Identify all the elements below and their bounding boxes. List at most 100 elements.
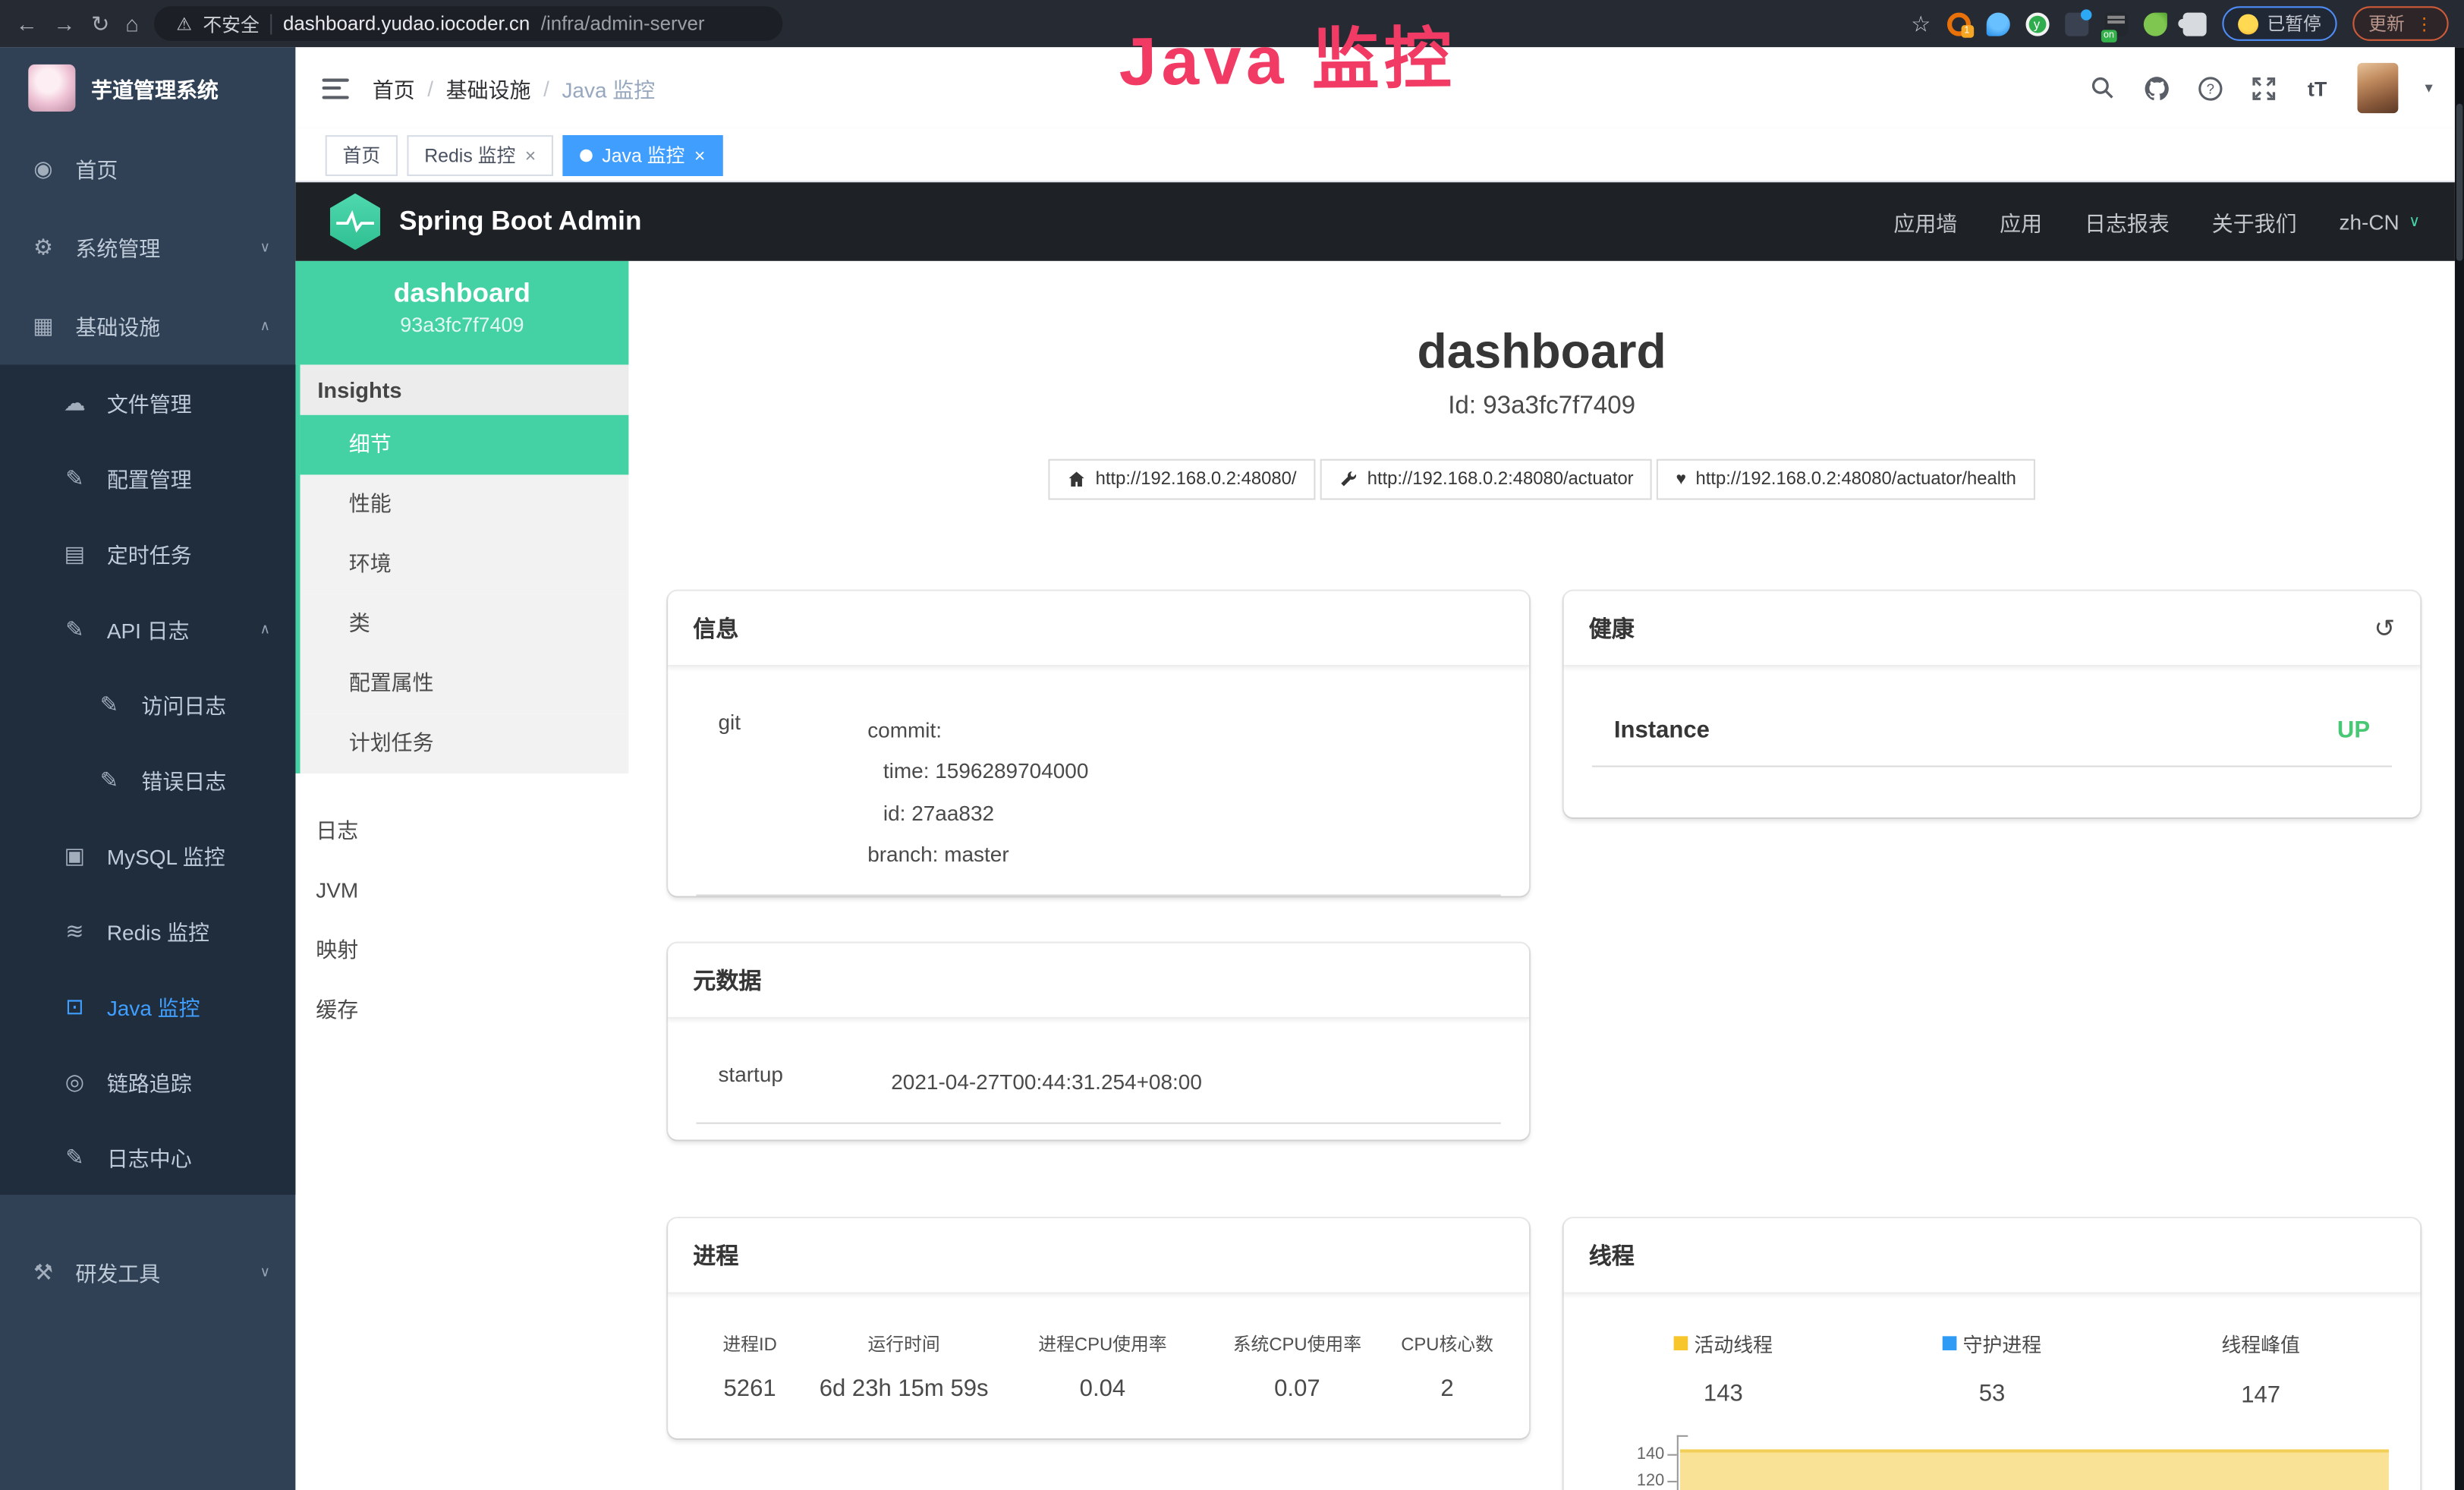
instance-header[interactable]: dashboard 93a3fc7f7409 <box>295 261 628 365</box>
annotation-text: Java 监控 <box>1119 5 1457 105</box>
fullscreen-icon[interactable] <box>2251 74 2277 101</box>
sba-language-select[interactable]: zh-CN ∨ <box>2339 209 2420 233</box>
header-actions: ? tT ▾ <box>2090 63 2455 113</box>
service-url-link[interactable]: http://192.168.0.2:48080/ <box>1049 459 1316 500</box>
help-icon[interactable]: ? <box>2197 74 2223 101</box>
menu-item-config-props[interactable]: 配置属性 <box>301 654 629 714</box>
sidebar-item-mysql[interactable]: ▣ MySQL 监控 <box>0 817 295 893</box>
info-card-body: git commit: time: 1596289704000 id: 27aa… <box>668 666 1529 918</box>
info-key: git <box>718 710 867 876</box>
health-instance-label: Instance <box>1614 717 1710 743</box>
sba-nav-journal[interactable]: 日志报表 <box>2085 206 2170 237</box>
sidebar-item-log-center[interactable]: ✎ 日志中心 <box>0 1120 295 1195</box>
breadcrumb-home[interactable]: 首页 <box>373 72 415 103</box>
sba-nav-applications[interactable]: 应用 <box>2000 206 2042 237</box>
bookmark-star-icon[interactable]: ☆ <box>1911 10 1931 36</box>
chevron-up-icon: ∧ <box>260 317 271 334</box>
extension-orange-icon[interactable]: 1 <box>1946 12 1970 36</box>
extension-switch-icon[interactable]: on <box>2104 12 2127 36</box>
menu-item-metrics[interactable]: 性能 <box>301 474 629 534</box>
sidebar-item-redis[interactable]: ≋ Redis 监控 <box>0 893 295 968</box>
sidebar-item-label: 首页 <box>75 153 118 184</box>
sidebar-item-label: Redis 监控 <box>107 915 209 946</box>
sidebar-item-files[interactable]: ☁ 文件管理 <box>0 364 295 439</box>
y-axis-cap <box>1677 1435 1688 1437</box>
sidebar-item-jobs[interactable]: ▤ 定时任务 <box>0 515 295 591</box>
history-icon[interactable]: ↺ <box>2374 613 2395 644</box>
extension-leaf-icon[interactable] <box>2143 12 2167 36</box>
browser-menu-icon[interactable]: ⋮ <box>2415 14 2433 34</box>
process-cpu: 0.04 <box>1001 1375 1204 1402</box>
menu-item-classes[interactable]: 类 <box>301 594 629 654</box>
search-icon[interactable] <box>2090 74 2116 101</box>
sba-brand-title[interactable]: Spring Boot Admin <box>399 206 641 237</box>
close-icon[interactable]: × <box>694 143 706 165</box>
sidebar-item-infra[interactable]: ▦ 基础设施 ∧ <box>0 286 295 365</box>
actuator-url-link[interactable]: http://192.168.0.2:48080/actuator <box>1320 459 1653 500</box>
address-bar[interactable]: ⚠ 不安全 dashboard.yudao.iocoder.cn/infra/a… <box>154 6 782 41</box>
menu-item-details[interactable]: 细节 <box>301 415 629 475</box>
health-url-link[interactable]: ♥ http://192.168.0.2:48080/actuator/heal… <box>1657 459 2035 500</box>
sidebar-item-devtools[interactable]: ⚒ 研发工具 ∨ <box>0 1233 295 1312</box>
table-row: startup 2021-04-27T00:44:31.254+08:00 <box>696 1041 1500 1124</box>
menu-item-logs[interactable]: 日志 <box>295 802 628 862</box>
window-scrollbar[interactable] <box>2455 47 2464 1490</box>
emoji-face-icon <box>2237 14 2258 34</box>
hamburger-icon[interactable] <box>323 78 349 99</box>
extension-pin-icon[interactable] <box>1986 12 2009 36</box>
sba-nav-about[interactable]: 关于我们 <box>2212 206 2297 237</box>
sidebar-item-label: Java 监控 <box>107 991 200 1022</box>
breadcrumb-infra[interactable]: 基础设施 <box>446 72 531 103</box>
sidebar-item-home[interactable]: ◉ 首页 <box>0 129 295 208</box>
menu-item-caches[interactable]: 缓存 <box>295 981 628 1041</box>
menu-item-environment[interactable]: 环境 <box>301 534 629 594</box>
close-icon[interactable]: × <box>525 143 537 165</box>
sidebar-item-tracing[interactable]: ◎ 链路追踪 <box>0 1044 295 1119</box>
sidebar-item-label: 链路追踪 <box>107 1066 192 1097</box>
security-warning-icon[interactable]: ⚠ <box>176 14 191 34</box>
process-card-body: 进程ID 运行时间 进程CPU使用率 系统CPU使用率 CPU核心数 5261 … <box>668 1293 1529 1424</box>
extensions-puzzle-icon[interactable] <box>2182 12 2206 36</box>
avatar[interactable] <box>2357 63 2398 113</box>
extension-grid-icon[interactable] <box>2064 12 2088 36</box>
sidebar-item-config[interactable]: ✎ 配置管理 <box>0 440 295 515</box>
info-card-title: 信息 <box>668 591 1529 666</box>
menu-item-mappings[interactable]: 映射 <box>295 921 628 981</box>
main-content: dashboard Id: 93a3fc7f7409 http://192.16… <box>628 261 2455 1490</box>
menu-item-jvm[interactable]: JVM <box>295 862 628 921</box>
instance-links: http://192.168.0.2:48080/ http://192.168… <box>628 459 2455 500</box>
grid-icon: ▣ <box>63 842 87 868</box>
github-icon[interactable] <box>2144 74 2170 101</box>
update-button[interactable]: 更新 ⋮ <box>2352 6 2448 41</box>
sba-nav: 应用墙 应用 日志报表 关于我们 zh-CN ∨ <box>1893 206 2420 237</box>
page-title: dashboard <box>628 324 2455 381</box>
sidebar-item-java-monitor[interactable]: ⊡ Java 监控 <box>0 969 295 1044</box>
sidebar-item-system[interactable]: ⚙ 系统管理 ∨ <box>0 207 295 286</box>
font-size-icon[interactable]: tT <box>2304 74 2330 101</box>
log-edit-icon: ✎ <box>97 691 121 717</box>
paused-pill-button[interactable]: 已暂停 <box>2221 6 2337 41</box>
sidebar-item-api-log[interactable]: ✎ API 日志 ∧ <box>0 591 295 666</box>
reload-icon[interactable]: ↻ <box>91 0 109 47</box>
peak-threads-value: 147 <box>2126 1381 2395 1408</box>
avatar-caret-icon[interactable]: ▾ <box>2425 80 2432 97</box>
system-cpu: 0.07 <box>1204 1375 1391 1402</box>
tab-home[interactable]: 首页 <box>326 134 398 175</box>
instance-name: dashboard <box>295 279 628 310</box>
sidebar-item-error-log[interactable]: ✎ 错误日志 <box>0 742 295 817</box>
back-icon[interactable]: ← <box>16 0 38 47</box>
sba-nav-wall[interactable]: 应用墙 <box>1893 206 1957 237</box>
tick-mark <box>1667 1454 1676 1456</box>
metadata-card-title: 元数据 <box>668 943 1529 1019</box>
svg-text:?: ? <box>2207 80 2214 96</box>
extension-y-icon[interactable]: y <box>2025 12 2048 36</box>
tab-redis-monitor[interactable]: Redis 监控 × <box>407 134 553 175</box>
app-logo-row[interactable]: 芋道管理系统 <box>0 47 295 129</box>
scrollbar-thumb[interactable] <box>2456 104 2462 261</box>
menu-others: 日志 JVM 映射 缓存 <box>295 802 628 1041</box>
sidebar-item-access-log[interactable]: ✎ 访问日志 <box>0 666 295 742</box>
menu-item-scheduled-tasks[interactable]: 计划任务 <box>301 713 629 773</box>
forward-icon[interactable]: → <box>53 0 75 47</box>
browser-home-icon[interactable]: ⌂ <box>125 0 139 47</box>
tab-java-monitor[interactable]: Java 监控 × <box>563 134 723 175</box>
